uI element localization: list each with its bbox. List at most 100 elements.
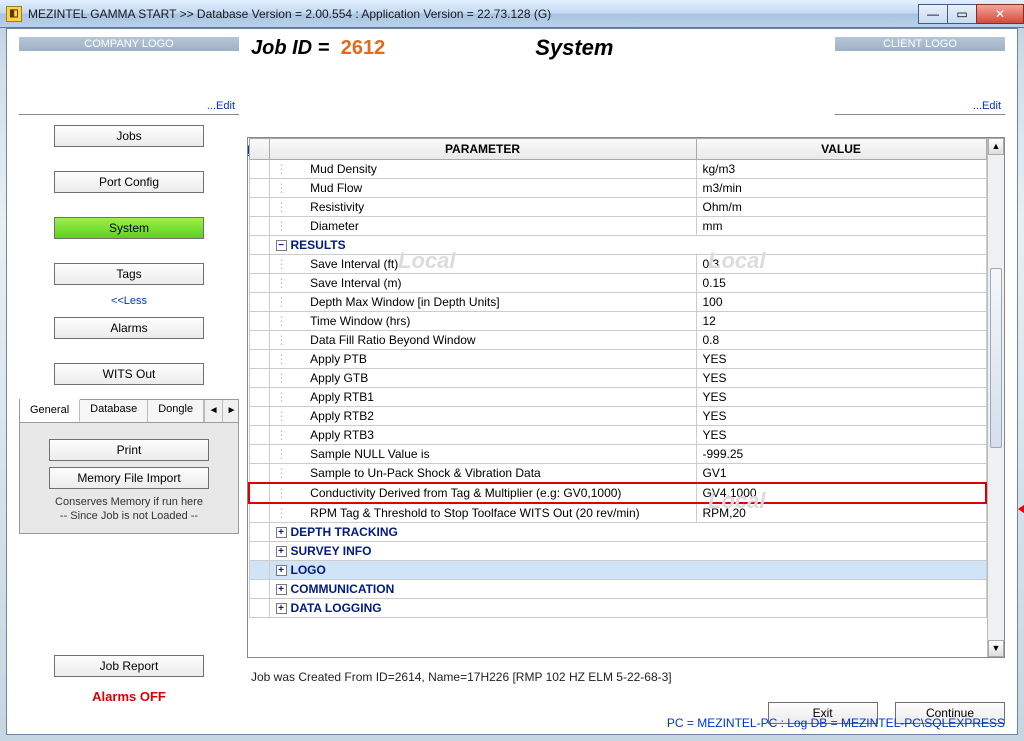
- value-cell[interactable]: YES: [696, 388, 986, 407]
- param-cell[interactable]: ⋮ Time Window (hrs): [269, 312, 696, 331]
- value-cell[interactable]: 0.15: [696, 274, 986, 293]
- param-cell[interactable]: ⋮ Save Interval (m): [269, 274, 696, 293]
- group-label[interactable]: +LOGO: [269, 561, 986, 580]
- value-cell[interactable]: YES: [696, 426, 986, 445]
- group-label[interactable]: +SURVEY INFO: [269, 542, 986, 561]
- value-cell[interactable]: 0.3: [696, 255, 986, 274]
- table-row[interactable]: ⋮ Save Interval (ft)0.3: [249, 255, 986, 274]
- table-row[interactable]: ⋮ RPM Tag & Threshold to Stop Toolface W…: [249, 503, 986, 523]
- group-row[interactable]: +DEPTH TRACKING: [249, 523, 986, 542]
- tab-dongle[interactable]: Dongle: [148, 400, 204, 422]
- group-label[interactable]: +DEPTH TRACKING: [269, 523, 986, 542]
- table-row[interactable]: ⋮ Apply RTB3YES: [249, 426, 986, 445]
- param-cell[interactable]: ⋮ Apply GTB: [269, 369, 696, 388]
- table-row[interactable]: ⋮ Apply GTBYES: [249, 369, 986, 388]
- param-cell[interactable]: ⋮ Apply RTB1: [269, 388, 696, 407]
- group-row[interactable]: +COMMUNICATION: [249, 580, 986, 599]
- group-row[interactable]: +SURVEY INFO: [249, 542, 986, 561]
- alarms-off-label: Alarms OFF: [19, 689, 239, 704]
- col-value[interactable]: VALUE: [696, 139, 986, 160]
- table-row[interactable]: ⋮ Time Window (hrs)12: [249, 312, 986, 331]
- scroll-thumb[interactable]: [990, 268, 1002, 448]
- value-cell[interactable]: kg/m3: [696, 160, 986, 179]
- table-row[interactable]: ⋮ Mud Flowm3/min: [249, 179, 986, 198]
- table-row[interactable]: ⋮ Save Interval (m)0.15: [249, 274, 986, 293]
- tab-database[interactable]: Database: [80, 400, 148, 422]
- minimize-button[interactable]: —: [918, 4, 948, 24]
- value-cell[interactable]: m3/min: [696, 179, 986, 198]
- parameter-grid[interactable]: Local Local Local PARAMETER VALUE ⋮: [247, 137, 1005, 658]
- group-row[interactable]: +DATA LOGGING: [249, 599, 986, 618]
- table-row[interactable]: ⋮ Sample NULL Value is-999.25: [249, 445, 986, 464]
- group-row[interactable]: −RESULTS: [249, 236, 986, 255]
- param-cell[interactable]: ⋮ Data Fill Ratio Beyond Window: [269, 331, 696, 350]
- scroll-down-button[interactable]: ▼: [988, 640, 1004, 657]
- value-cell[interactable]: YES: [696, 350, 986, 369]
- print-button[interactable]: Print: [49, 439, 209, 461]
- less-link[interactable]: <<Less: [19, 295, 239, 307]
- tab-scroll-left[interactable]: ◄: [204, 400, 222, 422]
- param-cell[interactable]: ⋮ Sample to Un-Pack Shock & Vibration Da…: [269, 464, 696, 484]
- nav-port-config[interactable]: Port Config: [54, 171, 204, 193]
- status-line: Job was Created From ID=2614, Name=17H22…: [247, 670, 1005, 684]
- group-label[interactable]: −RESULTS: [269, 236, 986, 255]
- options-tab-panel: General Database Dongle ◄ ► Print Memory…: [19, 399, 239, 534]
- memory-note: Conserves Memory if run here -- Since Jo…: [32, 495, 226, 523]
- table-row[interactable]: ⋮ Apply RTB1YES: [249, 388, 986, 407]
- client-logo-header: CLIENT LOGO: [835, 37, 1005, 51]
- callout-arrow-icon: [1018, 498, 1024, 520]
- table-row[interactable]: ⋮ Apply PTBYES: [249, 350, 986, 369]
- connection-footer: PC = MEZINTEL-PC : Log DB = MEZINTEL-PC\…: [667, 716, 1005, 730]
- table-row[interactable]: ⋮ Apply RTB2YES: [249, 407, 986, 426]
- value-cell[interactable]: YES: [696, 407, 986, 426]
- value-cell[interactable]: Ohm/m: [696, 198, 986, 217]
- param-cell[interactable]: ⋮ Depth Max Window [in Depth Units]: [269, 293, 696, 312]
- nav-jobs[interactable]: Jobs: [54, 125, 204, 147]
- param-cell[interactable]: ⋮ Apply RTB3: [269, 426, 696, 445]
- maximize-button[interactable]: ▭: [947, 4, 977, 24]
- value-cell[interactable]: mm: [696, 217, 986, 236]
- param-cell[interactable]: ⋮ Conductivity Derived from Tag & Multip…: [269, 483, 696, 503]
- value-cell[interactable]: RPM,20: [696, 503, 986, 523]
- value-cell[interactable]: GV4,1000: [696, 483, 986, 503]
- value-cell[interactable]: 0.8: [696, 331, 986, 350]
- param-cell[interactable]: ⋮ Mud Flow: [269, 179, 696, 198]
- param-cell[interactable]: ⋮ Diameter: [269, 217, 696, 236]
- table-row[interactable]: ⋮ Data Fill Ratio Beyond Window0.8: [249, 331, 986, 350]
- table-row[interactable]: ⋮ Sample to Un-Pack Shock & Vibration Da…: [249, 464, 986, 484]
- group-label[interactable]: +DATA LOGGING: [269, 599, 986, 618]
- table-row[interactable]: ⋮ Depth Max Window [in Depth Units]100: [249, 293, 986, 312]
- param-cell[interactable]: ⋮ Mud Density: [269, 160, 696, 179]
- param-cell[interactable]: ⋮ Apply RTB2: [269, 407, 696, 426]
- param-cell[interactable]: ⋮ RPM Tag & Threshold to Stop Toolface W…: [269, 503, 696, 523]
- client-logo-edit-link[interactable]: ...Edit: [973, 100, 1001, 112]
- memory-file-import-button[interactable]: Memory File Import: [49, 467, 209, 489]
- company-logo-edit-link[interactable]: ...Edit: [207, 100, 235, 112]
- param-cell[interactable]: ⋮ Save Interval (ft): [269, 255, 696, 274]
- value-cell[interactable]: 12: [696, 312, 986, 331]
- close-button[interactable]: ✕: [976, 4, 1024, 24]
- table-row[interactable]: ⋮ Conductivity Derived from Tag & Multip…: [249, 483, 986, 503]
- nav-wits-out[interactable]: WITS Out: [54, 363, 204, 385]
- job-report-button[interactable]: Job Report: [54, 655, 204, 677]
- scroll-up-button[interactable]: ▲: [988, 138, 1004, 155]
- grid-scrollbar[interactable]: ▲ ▼: [987, 138, 1004, 657]
- nav-alarms[interactable]: Alarms: [54, 317, 204, 339]
- group-row[interactable]: +LOGO: [249, 561, 986, 580]
- param-cell[interactable]: ⋮ Sample NULL Value is: [269, 445, 696, 464]
- tab-scroll-right[interactable]: ►: [222, 400, 240, 422]
- value-cell[interactable]: 100: [696, 293, 986, 312]
- param-cell[interactable]: ⋮ Resistivity: [269, 198, 696, 217]
- value-cell[interactable]: YES: [696, 369, 986, 388]
- tab-general[interactable]: General: [20, 399, 80, 422]
- col-parameter[interactable]: PARAMETER: [269, 139, 696, 160]
- value-cell[interactable]: -999.25: [696, 445, 986, 464]
- nav-system[interactable]: System: [54, 217, 204, 239]
- value-cell[interactable]: GV1: [696, 464, 986, 484]
- nav-tags[interactable]: Tags: [54, 263, 204, 285]
- table-row[interactable]: ⋮ Mud Densitykg/m3: [249, 160, 986, 179]
- group-label[interactable]: +COMMUNICATION: [269, 580, 986, 599]
- param-cell[interactable]: ⋮ Apply PTB: [269, 350, 696, 369]
- table-row[interactable]: ⋮ Diametermm: [249, 217, 986, 236]
- table-row[interactable]: ⋮ ResistivityOhm/m: [249, 198, 986, 217]
